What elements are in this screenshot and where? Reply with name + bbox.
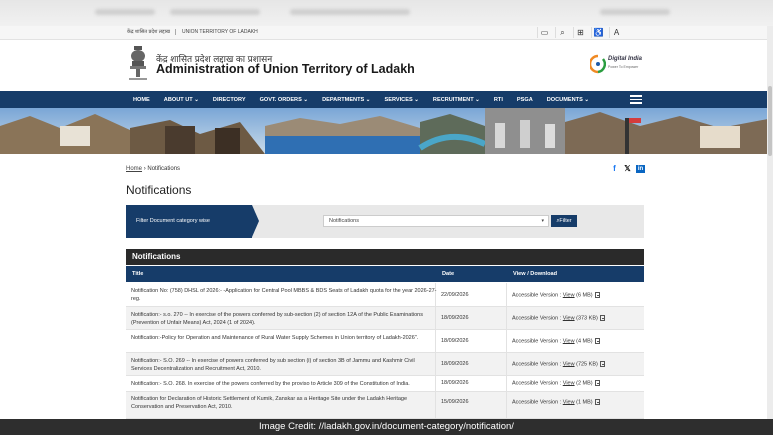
pdf-icon[interactable] [594,399,600,405]
row-download: Accessible Version : View (1 MB) [512,399,600,405]
view-link[interactable]: View [563,315,575,321]
table-row: Notification:-Policy for Operation and M… [126,330,644,353]
social-links: f 𝕏 in [610,164,645,173]
row-title: Notification:-Policy for Operation and M… [131,335,419,341]
row-download: Accessible Version : View (725 KB) [512,361,605,367]
pdf-icon[interactable] [599,315,605,321]
row-download: Accessible Version : View (2 MB) [512,380,600,386]
nav-recruitment[interactable]: RECRUITMENT ⌄ [426,97,487,103]
digital-india-subtext: Power To Empower [608,65,639,69]
nav-govt-orders[interactable]: GOVT. ORDERS ⌄ [253,97,316,103]
view-link[interactable]: View [563,361,575,367]
filter-label: Filter Document category wise [126,205,252,238]
nav-about-ut[interactable]: ABOUT UT ⌄ [157,97,206,103]
row-download: Accessible Version : View (373 KB) [512,315,605,321]
search-icon[interactable]: ⌕ [555,27,569,38]
screen-reader-icon[interactable]: ▭ [537,27,551,38]
column-view-download: View / Download [513,271,558,277]
digital-india-text: Digital India [608,56,643,62]
row-title: Notification:- s.o. 270 -- In exercise o… [131,312,423,326]
utility-icons: ▭ ⌕ ⊞ ♿ A [537,27,623,38]
view-link[interactable]: View [563,380,575,386]
table-row: Notification:- s.o. 270 -- In exercise o… [126,307,644,330]
row-download: Accessible Version : View (4 MB) [512,338,600,344]
row-date: 18/09/2026 [441,338,469,344]
linkedin-icon[interactable]: in [636,165,645,173]
nav-background-right [644,91,773,108]
category-select-value: Notifications [329,218,359,224]
breadcrumb-current: Notifications [147,166,181,172]
row-title: Notification No: (758) DHSL of 2026:- -A… [131,288,437,302]
row-date: 18/09/2026 [441,380,469,386]
accessibility-icon[interactable]: ♿ [591,27,605,38]
table-row: Notification:- S.O. 268. In exercise of … [126,376,644,392]
view-link[interactable]: View [563,292,575,298]
row-download: Accessible Version : View (6 MB) [512,292,600,298]
breadcrumb-home[interactable]: Home [126,166,142,172]
scrollbar-thumb[interactable] [768,86,772,156]
table-column-header: Title Date View / Download [126,266,644,282]
x-icon[interactable]: 𝕏 [623,164,632,173]
filter-label-arrow [252,205,259,237]
table-row: Notification No: (758) DHSL of 2026:- -A… [126,283,644,307]
table-row: Notification:- S.O. 269 -- In exercise o… [126,353,644,376]
pdf-icon[interactable] [594,380,600,386]
pdf-icon[interactable] [594,338,600,344]
site-header: केंद्र शासित प्रदेश लद्दाख का प्रशासन Ad… [0,40,773,91]
row-date: 18/09/2026 [441,361,469,367]
ladakh-banner-image [0,108,773,154]
breadcrumb-separator: › [143,166,146,172]
category-select[interactable]: Notifications ▾ [323,215,549,227]
translate-icon[interactable]: A [609,27,623,38]
pdf-icon[interactable] [599,361,605,367]
table-row: Notification for Declaration of Historic… [126,392,644,419]
row-date: 15/09/2026 [441,399,469,405]
nav-psga[interactable]: PSGA [510,97,540,103]
chevron-down-icon: ▾ [541,218,544,224]
row-title: Notification:- S.O. 269 -- In exercise o… [131,358,415,372]
nav-home[interactable]: HOME [126,97,157,103]
page-scrollbar[interactable] [767,26,773,419]
national-emblem-icon [129,46,147,80]
row-date: 22/09/2026 [441,292,469,298]
hindi-small-text: केंद्र शासित प्रदेश लद्दाख [127,29,170,35]
nav-background-left [0,91,126,108]
breadcrumb: Home › Notifications [126,166,180,172]
nav-directory[interactable]: DIRECTORY [206,97,253,103]
nav-services[interactable]: SERVICES ⌄ [377,97,425,103]
view-link[interactable]: View [563,338,575,344]
site-title[interactable]: Administration of Union Territory of Lad… [156,62,415,76]
view-link[interactable]: View [563,399,575,405]
main-nav: HOME ABOUT UT ⌄ DIRECTORY GOVT. ORDERS ⌄… [126,91,644,108]
menu-icon[interactable] [630,95,642,104]
pdf-icon[interactable] [594,292,600,298]
page-title: Notifications [126,183,192,197]
facebook-icon[interactable]: f [610,164,619,173]
nav-documents[interactable]: DOCUMENTS ⌄ [540,97,596,103]
sitemap-icon[interactable]: ⊞ [573,27,587,38]
nav-rti[interactable]: RTI [487,97,510,103]
ut-small-text: UNION TERRITORY OF LADAKH [175,29,258,35]
column-title: Title [132,271,144,277]
row-title: Notification for Declaration of Historic… [131,396,408,410]
table-heading: Notifications [126,249,644,265]
row-title: Notification:- S.O. 268. In exercise of … [131,381,410,387]
digital-india-mark-icon [590,54,606,74]
top-strip: केंद्र शासित प्रदेश लद्दाख UNION TERRITO… [0,26,773,40]
blurred-browser-bar [0,0,773,26]
digital-india-logo[interactable]: Digital India Power To Empower [590,54,646,76]
nav-departments[interactable]: DEPARTMENTS ⌄ [315,97,377,103]
column-date: Date [442,271,455,277]
row-date: 18/09/2026 [441,315,469,321]
image-credit-caption: Image Credit: //ladakh.gov.in/document-c… [0,419,773,435]
filter-button[interactable]: ⌕Filter [551,215,577,227]
filter-button-label: Filter [559,218,572,224]
